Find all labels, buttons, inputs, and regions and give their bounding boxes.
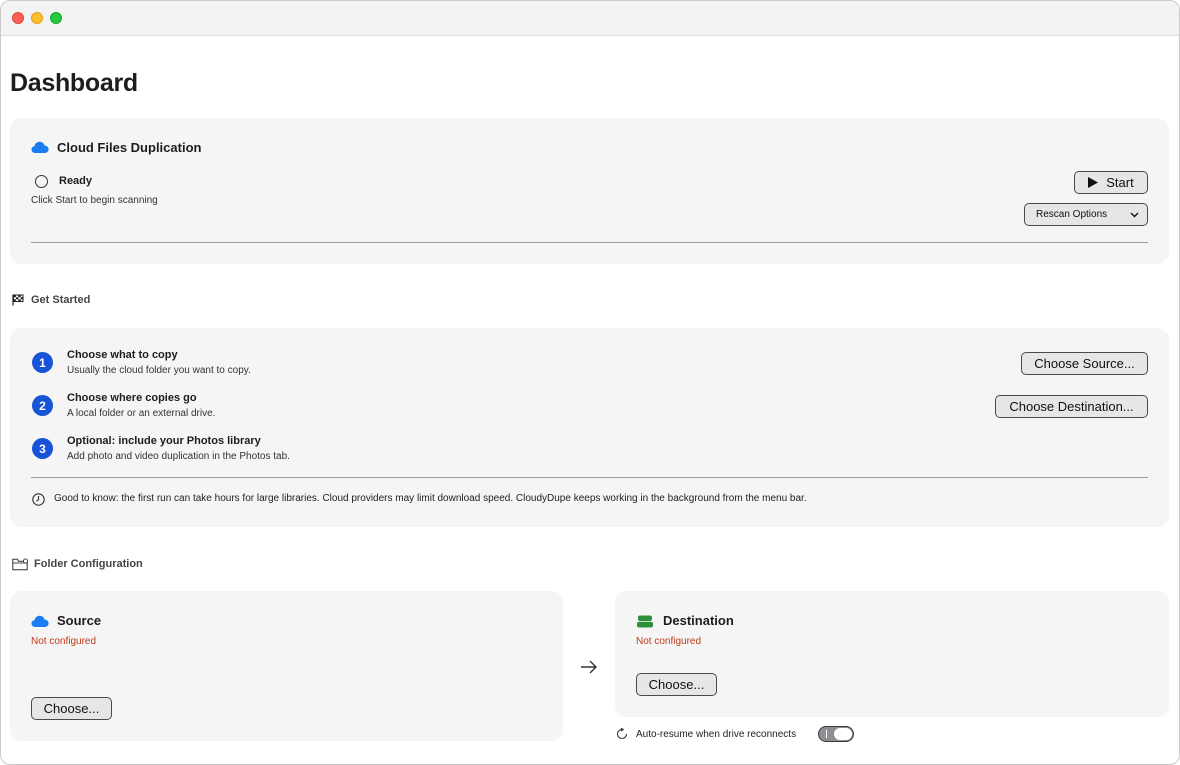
- rescan-options-dropdown[interactable]: Rescan Options: [1024, 203, 1148, 226]
- step-subtitle: A local folder or an external drive.: [67, 408, 216, 419]
- app-window: Dashboard Cloud Files Duplication Ready …: [0, 0, 1180, 765]
- step-number-badge: 2: [32, 395, 53, 416]
- cloud-icon: [31, 141, 49, 153]
- folder-configuration-heading: Folder Configuration: [34, 558, 143, 570]
- toggle-on-mark: [826, 730, 827, 738]
- chevron-down-icon: [1130, 212, 1139, 218]
- choose-source-folder-button[interactable]: Choose...: [31, 697, 112, 720]
- start-button[interactable]: Start: [1074, 171, 1148, 194]
- status-indicator-icon: [35, 175, 48, 188]
- duplication-divider: [31, 242, 1148, 243]
- step-subtitle: Usually the cloud folder you want to cop…: [67, 365, 251, 376]
- folder-settings-icon: [12, 558, 29, 571]
- source-card: Source Not configured Choose...: [10, 591, 563, 741]
- refresh-icon: [616, 728, 628, 740]
- step-title: Choose where copies go: [67, 392, 197, 404]
- page-title: Dashboard: [10, 69, 138, 97]
- duplication-title: Cloud Files Duplication: [57, 140, 202, 155]
- title-bar: [1, 1, 1179, 36]
- clock-icon: [32, 493, 45, 506]
- get-started-card: 1 Choose what to copy Usually the cloud …: [10, 328, 1169, 527]
- rescan-options-label: Rescan Options: [1036, 209, 1108, 220]
- arrow-right-icon: [581, 660, 597, 674]
- auto-resume-toggle[interactable]: [818, 726, 854, 742]
- destination-status: Not configured: [636, 636, 702, 647]
- source-title: Source: [57, 613, 102, 628]
- get-started-heading: Get Started: [31, 294, 91, 306]
- source-status: Not configured: [31, 636, 97, 647]
- get-started-divider: [31, 477, 1148, 478]
- choose-destination-folder-button[interactable]: Choose...: [636, 673, 717, 696]
- step-number-badge: 1: [32, 352, 53, 373]
- step-subtitle: Add photo and video duplication in the P…: [67, 451, 290, 462]
- choose-source-button[interactable]: Choose Source...: [1021, 352, 1148, 375]
- minimize-window-button[interactable]: [31, 12, 43, 24]
- play-icon: [1088, 177, 1099, 188]
- duplication-card: Cloud Files Duplication Ready Click Star…: [10, 118, 1169, 264]
- auto-resume-label: Auto-resume when drive reconnects: [636, 729, 797, 740]
- status-hint: Click Start to begin scanning: [31, 195, 158, 206]
- zoom-window-button[interactable]: [50, 12, 62, 24]
- choose-destination-button[interactable]: Choose Destination...: [995, 395, 1148, 418]
- toggle-knob: [834, 728, 852, 740]
- close-window-button[interactable]: [12, 12, 24, 24]
- step-number-badge: 3: [32, 438, 53, 459]
- good-to-know-note: Good to know: the first run can take hou…: [54, 493, 807, 504]
- external-drive-icon: [637, 615, 653, 628]
- checkered-flag-icon: [12, 294, 24, 306]
- destination-card: Destination Not configured Choose...: [615, 591, 1169, 717]
- step-title: Optional: include your Photos library: [67, 435, 261, 447]
- destination-title: Destination: [663, 613, 734, 628]
- step-title: Choose what to copy: [67, 349, 178, 361]
- status-text: Ready: [59, 175, 93, 187]
- cloud-icon: [31, 615, 49, 627]
- start-button-label: Start: [1106, 175, 1134, 190]
